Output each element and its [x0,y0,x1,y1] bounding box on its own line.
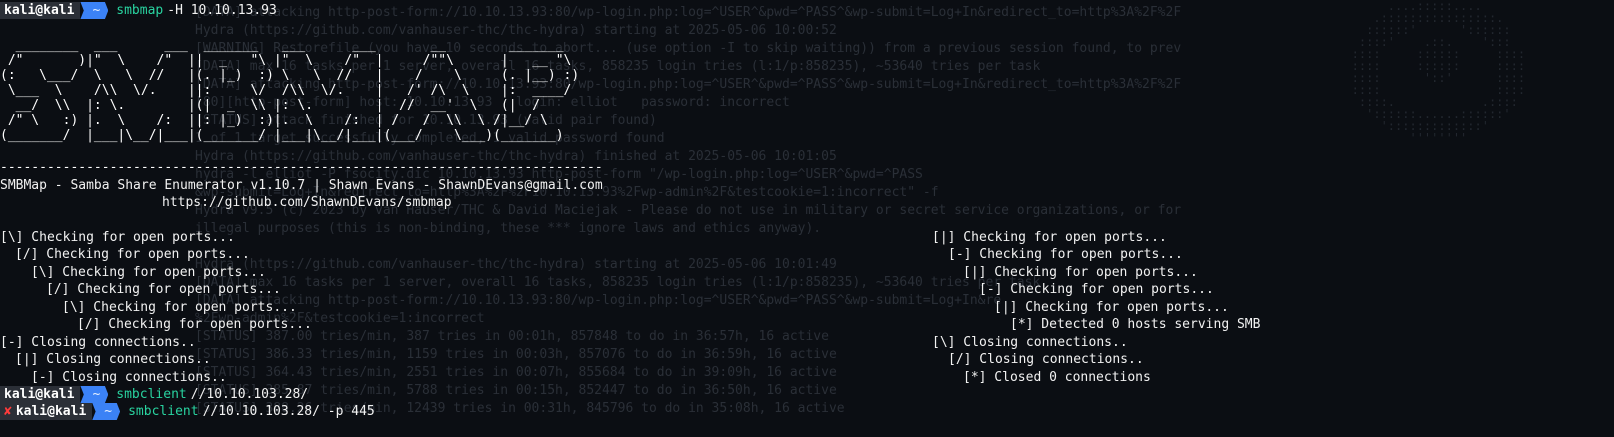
prompt-line-3[interactable]: ✘ kali@kali ~ smbclient //10.10.103.28/ -… [0,403,375,420]
prompt-dir-segment: ~ [92,403,121,420]
version-line: SMBMap - Samba Share Enumerator v1.10.7 … [0,178,603,193]
output-line: [\] Checking for open ports... [31,265,266,280]
output-line: [-] Closing connections.. [0,335,196,350]
command-name: smbclient [128,404,199,419]
url-line: https://github.com/ShawnDEvans/smbmap [162,195,452,210]
command-args: //10.10.103.28/ -p 445 [202,404,375,419]
output-line: [|] Checking for open ports... [963,265,1198,280]
output-line: [-] Checking for open ports... [979,282,1214,297]
output-line: [/] Closing connections.. [948,352,1144,367]
command-args: -H 10.10.13.93 [167,3,277,18]
output-line: [|] Checking for open ports... [994,300,1229,315]
output-line: [\] Checking for open ports... [62,300,297,315]
output-line: [|] Checking for open ports... [932,230,1167,245]
output-line: [*] Closed 0 connections [963,370,1151,385]
background-logo: ....:::::.... .::::::::::::::::. ::::::'… [1351,0,1526,145]
command-name: smbclient [116,387,187,402]
output-line: [*] Detected 0 hosts serving SMB [1010,317,1261,332]
output-line: [|] Closing connections.. [15,352,211,367]
prompt-dir-segment: ~ [80,386,109,403]
prompt-dir-segment: ~ [80,2,109,19]
prompt-line-2: kali@kali ~ smbclient //10.10.103.28/ [0,386,308,403]
output-line: [-] Checking for open ports... [948,247,1183,262]
output-line: [\] Checking for open ports... [0,230,235,245]
output-line: [/] Checking for open ports... [15,247,250,262]
smbmap-ascii-banner: ________ ___ ___ _______ ___ ___ __ ____… [0,38,580,143]
prompt-line-1: kali@kali ~ smbmap -H 10.10.13.93 [0,2,277,19]
error-mark-icon: ✘ [4,404,12,419]
output-line: [/] Checking for open ports... [46,282,281,297]
output-line: [/] Checking for open ports... [77,317,312,332]
banner-divider: ----------------------------------------… [0,160,603,175]
output-line: [-] Closing connections.. [31,370,227,385]
output-line: [\] Closing connections.. [932,335,1128,350]
prompt-user: ✘ kali@kali [0,403,93,420]
command-args: //10.10.103.28/ [190,387,309,402]
prompt-user: kali@kali [0,2,81,19]
prompt-user: kali@kali [0,386,81,403]
command-name: smbmap [116,3,164,18]
prompt-user-name: kali@kali [15,404,87,419]
